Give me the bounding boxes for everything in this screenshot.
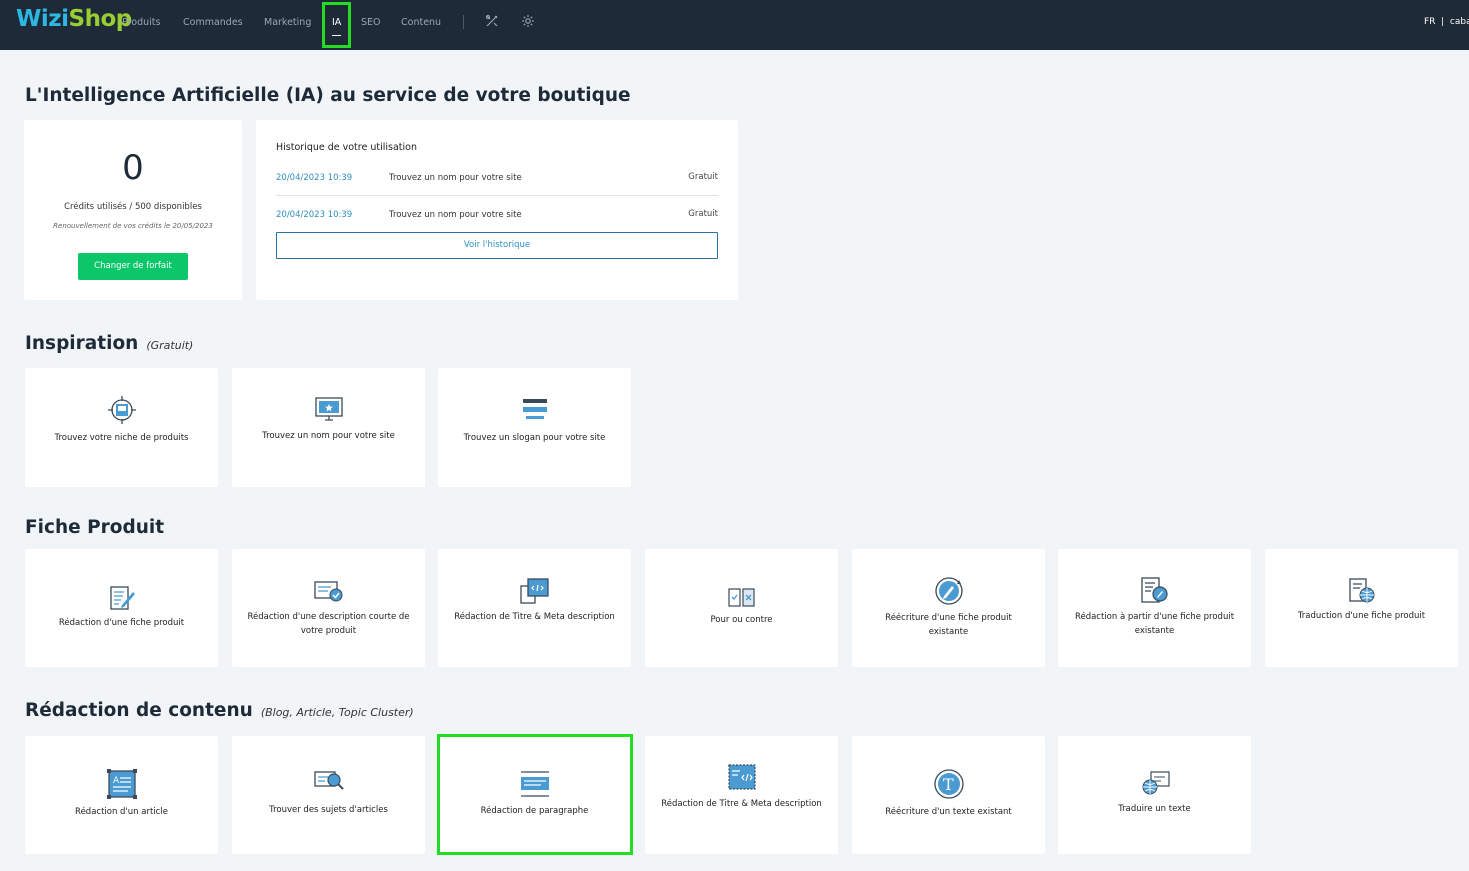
nav-marketing[interactable]: Marketing xyxy=(264,17,311,28)
target-icon xyxy=(107,396,136,424)
slogan-icon xyxy=(522,399,547,419)
top-navigation-bar: WiziShop Produits Commandes Marketing IA… xyxy=(0,0,1469,50)
credits-renewal: Renouvellement de vos crédits le 20/05/2… xyxy=(53,222,213,230)
tile-reecriture-fiche[interactable]: Réécriture d'une fiche produit existante xyxy=(852,549,1045,667)
monitor-icon xyxy=(314,397,343,421)
tile-nom-site[interactable]: Trouvez un nom pour votre site xyxy=(232,368,425,487)
nav-contenu[interactable]: Contenu xyxy=(401,17,441,28)
section-title-redaction-contenu: Rédaction de contenu (Blog, Article, Topi… xyxy=(25,700,414,721)
tools-icon[interactable] xyxy=(485,14,499,28)
edit-document-icon xyxy=(109,586,135,610)
screen-check-icon xyxy=(313,581,342,602)
tile-titre-meta[interactable]: Rédaction de Titre & Meta description xyxy=(438,549,631,667)
text-rewrite-icon: T xyxy=(933,769,964,799)
page-title: L'Intelligence Artificielle (IA) au serv… xyxy=(25,85,631,106)
tile-fiche-produit[interactable]: Rédaction d'une fiche produit xyxy=(25,549,218,667)
section-title-inspiration: Inspiration (Gratuit) xyxy=(25,333,194,354)
tile-traduction-fiche[interactable]: Traduction d'une fiche produit xyxy=(1265,549,1458,667)
article-icon: A xyxy=(106,769,137,799)
highlight-ia-tab xyxy=(322,2,351,48)
history-divider xyxy=(276,195,718,196)
view-history-button[interactable]: Voir l'historique xyxy=(276,232,718,259)
history-row: 20/04/2023 10:39 Trouvez un nom pour vot… xyxy=(276,172,718,183)
highlight-paragraph-tile xyxy=(437,734,633,855)
nav-seo[interactable]: SEO xyxy=(361,17,381,28)
nav-separator xyxy=(463,15,464,29)
tile-description-courte[interactable]: Rédaction d'une description courte de vo… xyxy=(232,549,425,667)
svg-text:T: T xyxy=(943,775,954,794)
translate-document-icon xyxy=(1348,578,1374,603)
credits-text: Crédits utilisés / 500 disponibles xyxy=(64,202,202,212)
tile-sujets-articles[interactable]: Trouver des sujets d'articles xyxy=(232,736,425,854)
tile-traduire-texte[interactable]: Traduire un texte xyxy=(1058,736,1251,854)
tile-titre-meta-contenu[interactable]: Rédaction de Titre & Meta description xyxy=(645,736,838,854)
tile-redaction-article[interactable]: A Rédaction d'un article xyxy=(25,736,218,854)
document-search-icon xyxy=(1140,577,1168,603)
tile-niche-produits[interactable]: Trouvez votre niche de produits xyxy=(25,368,218,487)
rewrite-icon xyxy=(934,577,963,605)
translate-text-icon xyxy=(1142,771,1170,795)
history-row: 20/04/2023 10:39 Trouvez un nom pour vot… xyxy=(276,209,718,220)
tile-reecriture-texte[interactable]: T Réécriture d'un texte existant xyxy=(852,736,1045,854)
language-user-switch[interactable]: FR | caba xyxy=(1424,17,1469,27)
wizishop-logo[interactable]: WiziShop xyxy=(16,6,132,32)
tile-pour-ou-contre[interactable]: Pour ou contre xyxy=(645,549,838,667)
topic-search-icon xyxy=(313,771,344,790)
nav-commandes[interactable]: Commandes xyxy=(183,17,243,28)
credits-used-count: 0 xyxy=(122,148,144,188)
code-window-icon xyxy=(519,578,549,604)
credits-card: 0 Crédits utilisés / 500 disponibles Ren… xyxy=(24,120,242,300)
meta-code-icon xyxy=(727,764,756,790)
nav-produits[interactable]: Produits xyxy=(122,17,160,28)
section-title-fiche-produit: Fiche Produit xyxy=(25,517,165,538)
change-plan-button[interactable]: Changer de forfait xyxy=(78,253,188,280)
history-card: Historique de votre utilisation 20/04/20… xyxy=(256,120,738,300)
tile-slogan-site[interactable]: Trouvez un slogan pour votre site xyxy=(438,368,631,487)
svg-text:A: A xyxy=(113,776,120,786)
tile-fiche-existante[interactable]: Rédaction à partir d'une fiche produit e… xyxy=(1058,549,1251,667)
pros-cons-icon xyxy=(727,588,755,607)
history-title: Historique de votre utilisation xyxy=(276,142,417,153)
gear-icon[interactable] xyxy=(521,14,535,28)
